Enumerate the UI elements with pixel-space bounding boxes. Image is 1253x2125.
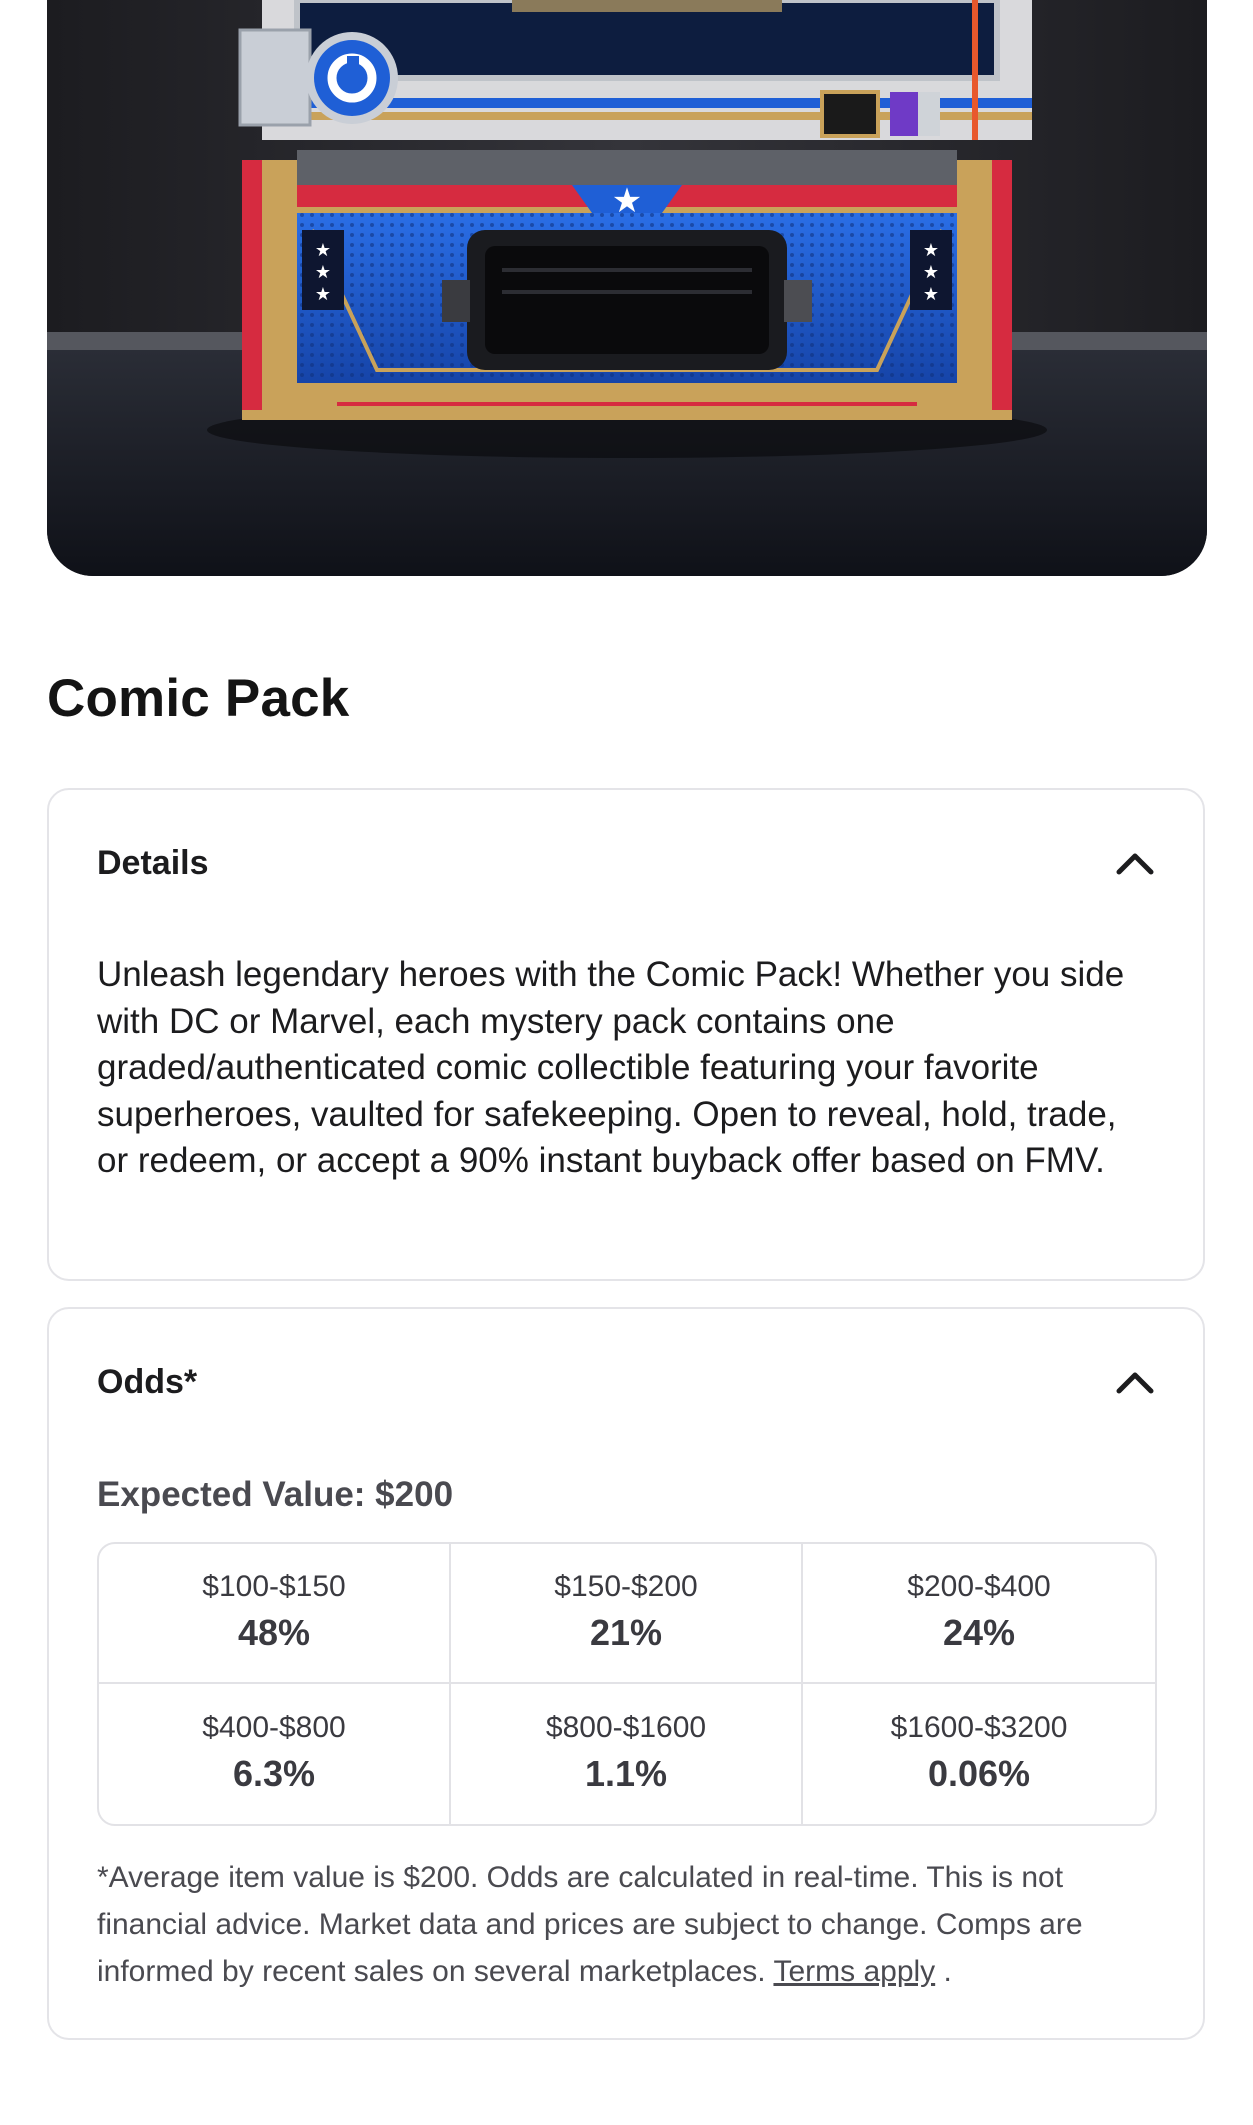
odds-card: Odds* Expected Value: $200 $100-$150 48%… [47, 1307, 1205, 2040]
odds-tier-percent: 48% [237, 1612, 311, 1653]
odds-tier-percent: 24% [942, 1612, 1016, 1653]
svg-text:★: ★ [315, 284, 331, 305]
odds-tier: $1600-$3200 0.06% [803, 1684, 1155, 1824]
chevron-up-icon[interactable] [1115, 1362, 1155, 1402]
odds-tier-range: $1600-$3200 [890, 1711, 1068, 1744]
odds-tier: $200-$400 24% [803, 1544, 1155, 1684]
odds-tier-percent: 0.06% [927, 1753, 1031, 1794]
odds-tier: $400-$800 6.3% [99, 1684, 451, 1824]
details-header[interactable]: Details [97, 838, 1155, 888]
odds-tier-range: $150-$200 [554, 1570, 698, 1603]
svg-text:★: ★ [923, 240, 939, 261]
odds-tier: $800-$1600 1.1% [451, 1684, 803, 1824]
vending-machine-illustration: ★ ★ ★ ★ ★ ★ ★ [47, 0, 1207, 576]
odds-tier-percent: 6.3% [232, 1753, 316, 1794]
disclaimer-text: *Average item value is $200. Odds are ca… [97, 1861, 1083, 1988]
svg-text:★: ★ [315, 240, 331, 261]
svg-text:★: ★ [923, 284, 939, 305]
hero-image: ★ ★ ★ ★ ★ ★ ★ [47, 0, 1207, 576]
terms-apply-link[interactable]: Terms apply [773, 1955, 935, 1988]
odds-table: $100-$150 48% $150-$200 21% $200-$400 24… [97, 1542, 1157, 1826]
odds-tier: $100-$150 48% [99, 1544, 451, 1684]
svg-text:★: ★ [923, 262, 939, 283]
odds-header-label: Odds* [97, 1362, 198, 1401]
odds-tier-range: $200-$400 [907, 1570, 1051, 1603]
odds-tier-range: $400-$800 [202, 1711, 346, 1744]
chevron-up-icon[interactable] [1115, 843, 1155, 883]
details-card: Details Unleash legendary heroes with th… [47, 788, 1205, 1281]
disclaimer-end: . [943, 1955, 952, 1988]
odds-tier-percent: 1.1% [584, 1753, 668, 1794]
svg-text:★: ★ [315, 262, 331, 283]
details-description: Unleash legendary heroes with the Comic … [97, 955, 1125, 1180]
page-title: Comic Pack [47, 669, 350, 728]
details-header-label: Details [97, 843, 209, 882]
expected-value: Expected Value: $200 [97, 1475, 454, 1514]
odds-header[interactable]: Odds* [97, 1357, 1155, 1407]
odds-tier-range: $800-$1600 [545, 1711, 707, 1744]
odds-tier-percent: 21% [589, 1612, 663, 1653]
odds-tier: $150-$200 21% [451, 1544, 803, 1684]
odds-tier-range: $100-$150 [202, 1570, 346, 1603]
odds-disclaimer: *Average item value is $200. Odds are ca… [97, 1854, 1155, 1995]
